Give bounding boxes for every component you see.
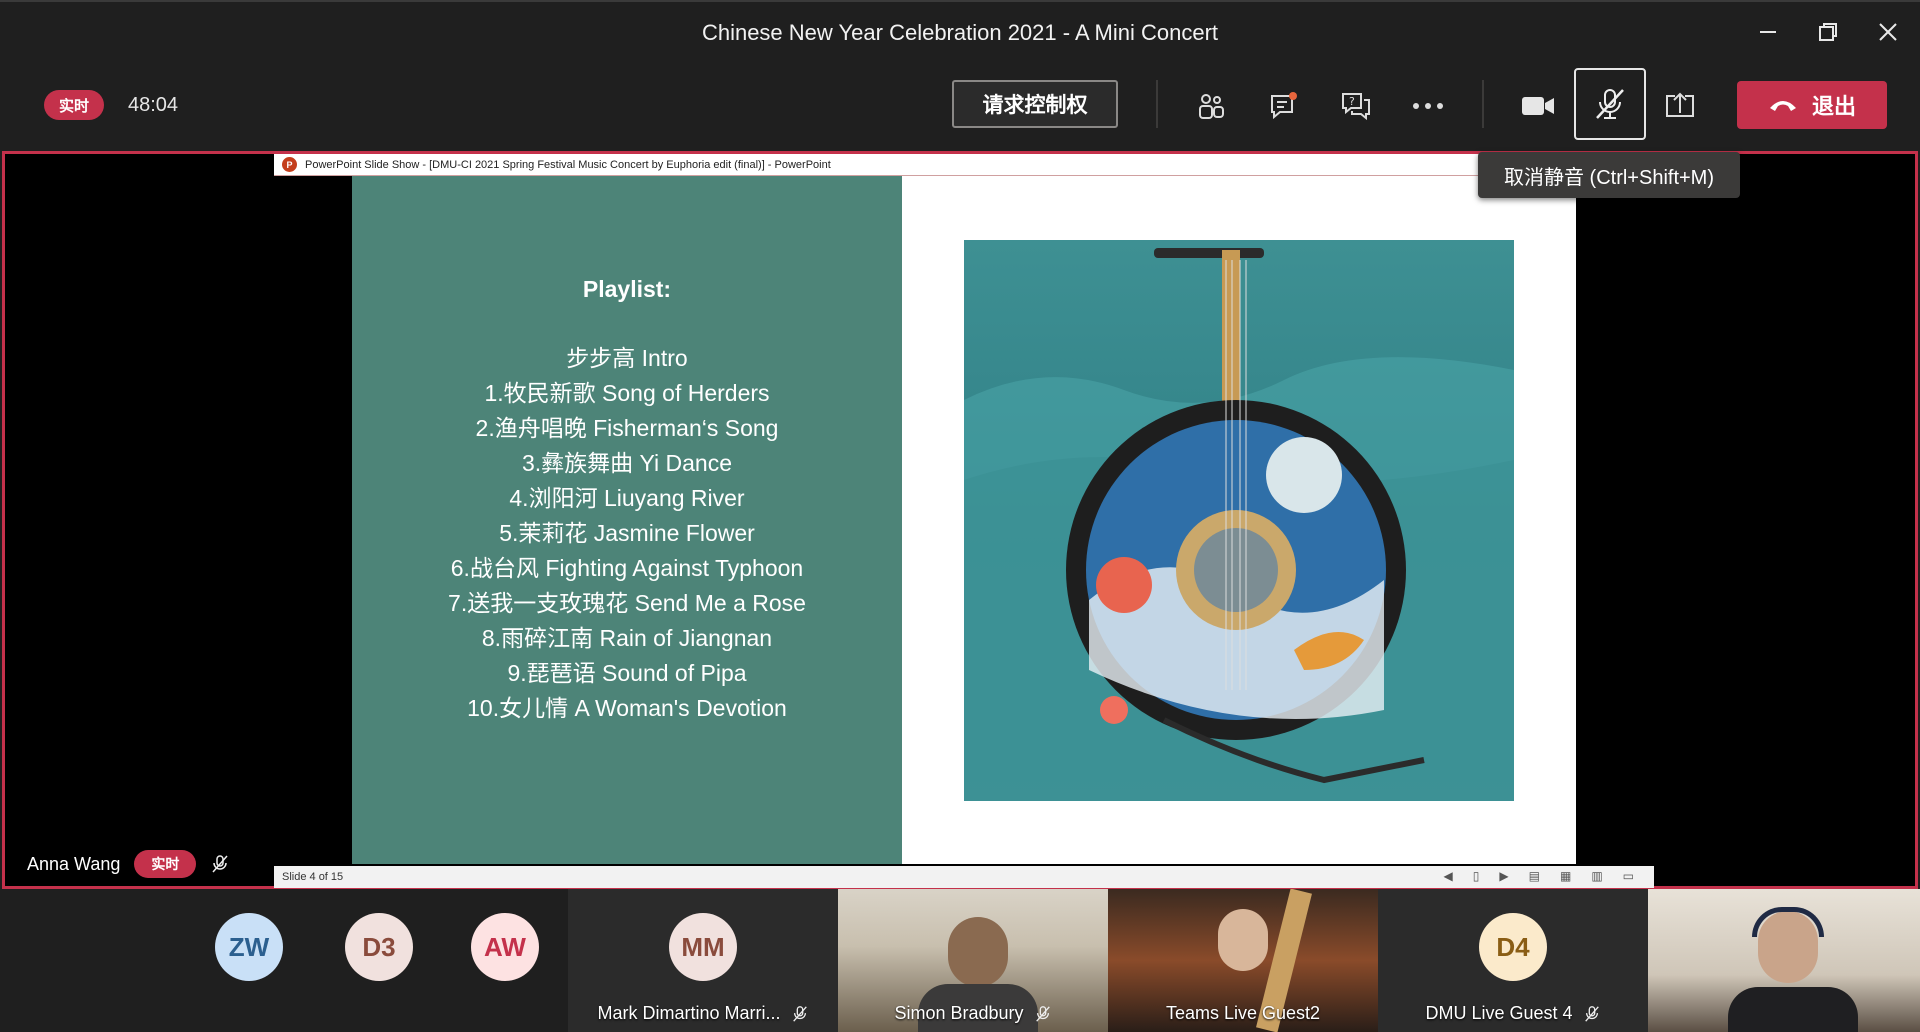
slide: Playlist: 步步高 Intro 1.牧民新歌 Song of Herde… bbox=[352, 176, 1576, 864]
hang-up-icon bbox=[1769, 101, 1796, 111]
playlist-item: 6.战台风 Fighting Against Typhoon bbox=[450, 555, 804, 581]
camera-icon bbox=[1522, 97, 1554, 115]
people-icon bbox=[1199, 94, 1224, 119]
notes-icon[interactable]: ▯ bbox=[1473, 869, 1480, 883]
participant-name: Mark Dimartino Marri... bbox=[597, 1003, 781, 1023]
playlist: Playlist: 步步高 Intro 1.牧民新歌 Song of Herde… bbox=[352, 272, 902, 726]
shared-screen-stage: P PowerPoint Slide Show - [DMU-CI 2021 S… bbox=[2, 151, 1918, 889]
slide-sorter-icon[interactable]: ▦ bbox=[1560, 869, 1571, 883]
participant-tile[interactable]: D4 DMU Live Guest 4 bbox=[1378, 889, 1648, 1032]
participant-video-shirt bbox=[1728, 987, 1858, 1032]
playlist-item: 8.雨碎江南 Rain of Jiangnan bbox=[481, 625, 773, 651]
avatar: MM bbox=[669, 913, 737, 981]
svg-text:?: ? bbox=[1349, 95, 1355, 108]
mic-off-icon bbox=[1035, 1005, 1050, 1022]
powerpoint-status-bar: Slide 4 of 15 ◀ ▯ ▶ ▤ ▦ ▥ ▭ bbox=[274, 866, 1654, 888]
participant-name: Simon Bradbury bbox=[894, 1003, 1024, 1023]
playlist-item: 7.送我一支玫瑰花 Send Me a Rose bbox=[448, 590, 806, 616]
share-screen-icon bbox=[1666, 92, 1694, 117]
unmute-tooltip: 取消静音 (Ctrl+Shift+M) bbox=[1478, 152, 1740, 198]
previous-slide-icon[interactable]: ◀ bbox=[1444, 869, 1453, 883]
chat-icon bbox=[1271, 92, 1297, 120]
powerpoint-window: P PowerPoint Slide Show - [DMU-CI 2021 S… bbox=[274, 154, 1654, 890]
participant-tile[interactable]: AW bbox=[471, 889, 571, 1032]
playlist-item: 4.浏阳河 Liuyang River bbox=[509, 485, 745, 511]
share-screen-button[interactable] bbox=[1652, 78, 1708, 134]
presenter-label: Anna Wang 实时 bbox=[27, 850, 230, 878]
participant-tile[interactable]: MM Mark Dimartino Marri... bbox=[568, 889, 838, 1032]
presenter-live-badge: 实时 bbox=[134, 850, 197, 878]
mic-off-icon bbox=[212, 855, 228, 873]
participant-video-tile[interactable] bbox=[1648, 889, 1920, 1032]
participant-name: DMU Live Guest 4 bbox=[1425, 1003, 1573, 1023]
participant-tile[interactable]: D3 bbox=[345, 889, 445, 1032]
participant-video-tile[interactable]: Teams Live Guest2 bbox=[1108, 889, 1378, 1032]
camera-button[interactable] bbox=[1510, 78, 1566, 134]
minimize-button[interactable] bbox=[1748, 12, 1788, 52]
avatar: D4 bbox=[1479, 913, 1547, 981]
playlist-item: 3.彝族舞曲 Yi Dance bbox=[521, 450, 733, 476]
participant-name-row: DMU Live Guest 4 bbox=[1378, 1003, 1648, 1024]
powerpoint-title-bar: P PowerPoint Slide Show - [DMU-CI 2021 S… bbox=[274, 154, 1484, 176]
live-badge: 实时 bbox=[44, 90, 104, 120]
powerpoint-window-title: PowerPoint Slide Show - [DMU-CI 2021 Spr… bbox=[305, 158, 831, 171]
toolbar-divider bbox=[1156, 80, 1158, 128]
close-icon bbox=[1879, 23, 1897, 41]
leave-button[interactable]: 退出 bbox=[1737, 81, 1887, 129]
avatar: AW bbox=[471, 913, 539, 981]
microphone-button[interactable] bbox=[1574, 68, 1646, 140]
participant-name-row: Mark Dimartino Marri... bbox=[568, 1003, 838, 1024]
participant-name: Teams Live Guest2 bbox=[1165, 1003, 1321, 1023]
reading-view-icon[interactable]: ▥ bbox=[1591, 869, 1602, 883]
participant-video-person bbox=[948, 917, 1008, 987]
playlist-item: 9.琵琶语 Sound of Pipa bbox=[507, 660, 747, 686]
playlist-item: 1.牧民新歌 Song of Herders bbox=[484, 380, 770, 406]
mic-off-icon bbox=[792, 1005, 807, 1022]
normal-view-icon[interactable]: ▤ bbox=[1529, 869, 1540, 883]
powerpoint-logo-icon: P bbox=[282, 157, 297, 172]
pipa-illustration bbox=[964, 248, 1514, 801]
participant-tile[interactable]: ZW bbox=[215, 889, 315, 1032]
slide-playlist-panel: Playlist: 步步高 Intro 1.牧民新歌 Song of Herde… bbox=[352, 176, 902, 864]
slideshow-view-icon[interactable]: ▭ bbox=[1623, 869, 1634, 883]
slideshow-controls: ◀ ▯ ▶ ▤ ▦ ▥ ▭ bbox=[1444, 869, 1634, 883]
avatar: D3 bbox=[345, 913, 413, 981]
playlist-heading: Playlist: bbox=[582, 276, 672, 302]
next-slide-icon[interactable]: ▶ bbox=[1499, 869, 1508, 883]
window-title-bar: Chinese New Year Celebration 2021 - A Mi… bbox=[0, 0, 1920, 60]
participant-gallery: ZW D3 AW MM Mark Dimartino Marri... Simo… bbox=[0, 889, 1920, 1032]
minimize-icon bbox=[1760, 31, 1776, 33]
participant-name-row: Teams Live Guest2 bbox=[1108, 1003, 1378, 1024]
participants-button[interactable] bbox=[1183, 78, 1239, 134]
slide-counter: Slide 4 of 15 bbox=[282, 871, 344, 883]
pipa-artwork-image bbox=[964, 240, 1514, 801]
leave-label: 退出 bbox=[1811, 94, 1856, 119]
restore-button[interactable] bbox=[1808, 12, 1848, 52]
toolbar-divider bbox=[1482, 80, 1484, 128]
meeting-toolbar: 实时 48:04 请求控制权 ? 退出 bbox=[0, 60, 1920, 150]
avatar: ZW bbox=[215, 913, 283, 981]
more-options-button[interactable] bbox=[1400, 78, 1456, 134]
playlist-item: 2.渔舟唱晚 Fisherman‘s Song bbox=[475, 415, 779, 441]
presenter-name: Anna Wang bbox=[27, 853, 121, 874]
meeting-timer: 48:04 bbox=[128, 94, 179, 116]
request-control-button[interactable]: 请求控制权 bbox=[952, 80, 1118, 128]
mic-off-icon bbox=[1596, 89, 1624, 119]
playlist-item: 步步高 Intro bbox=[566, 345, 688, 371]
mic-off-icon bbox=[1584, 1005, 1599, 1022]
qa-button[interactable]: ? bbox=[1328, 78, 1384, 134]
more-icon bbox=[1413, 103, 1443, 109]
question-chat-icon: ? bbox=[1342, 93, 1370, 121]
restore-icon bbox=[1819, 23, 1837, 41]
chat-button[interactable] bbox=[1256, 78, 1312, 134]
playlist-item: 5.茉莉花 Jasmine Flower bbox=[499, 520, 755, 546]
headset-icon bbox=[1752, 907, 1824, 937]
close-button[interactable] bbox=[1868, 12, 1908, 52]
playlist-item: 10.女儿情 A Woman's Devotion bbox=[467, 695, 787, 721]
participant-video-person bbox=[1218, 909, 1268, 971]
participant-video-tile[interactable]: Simon Bradbury bbox=[838, 889, 1108, 1032]
participant-name-row: Simon Bradbury bbox=[838, 1003, 1108, 1024]
meeting-title: Chinese New Year Celebration 2021 - A Mi… bbox=[701, 20, 1219, 45]
